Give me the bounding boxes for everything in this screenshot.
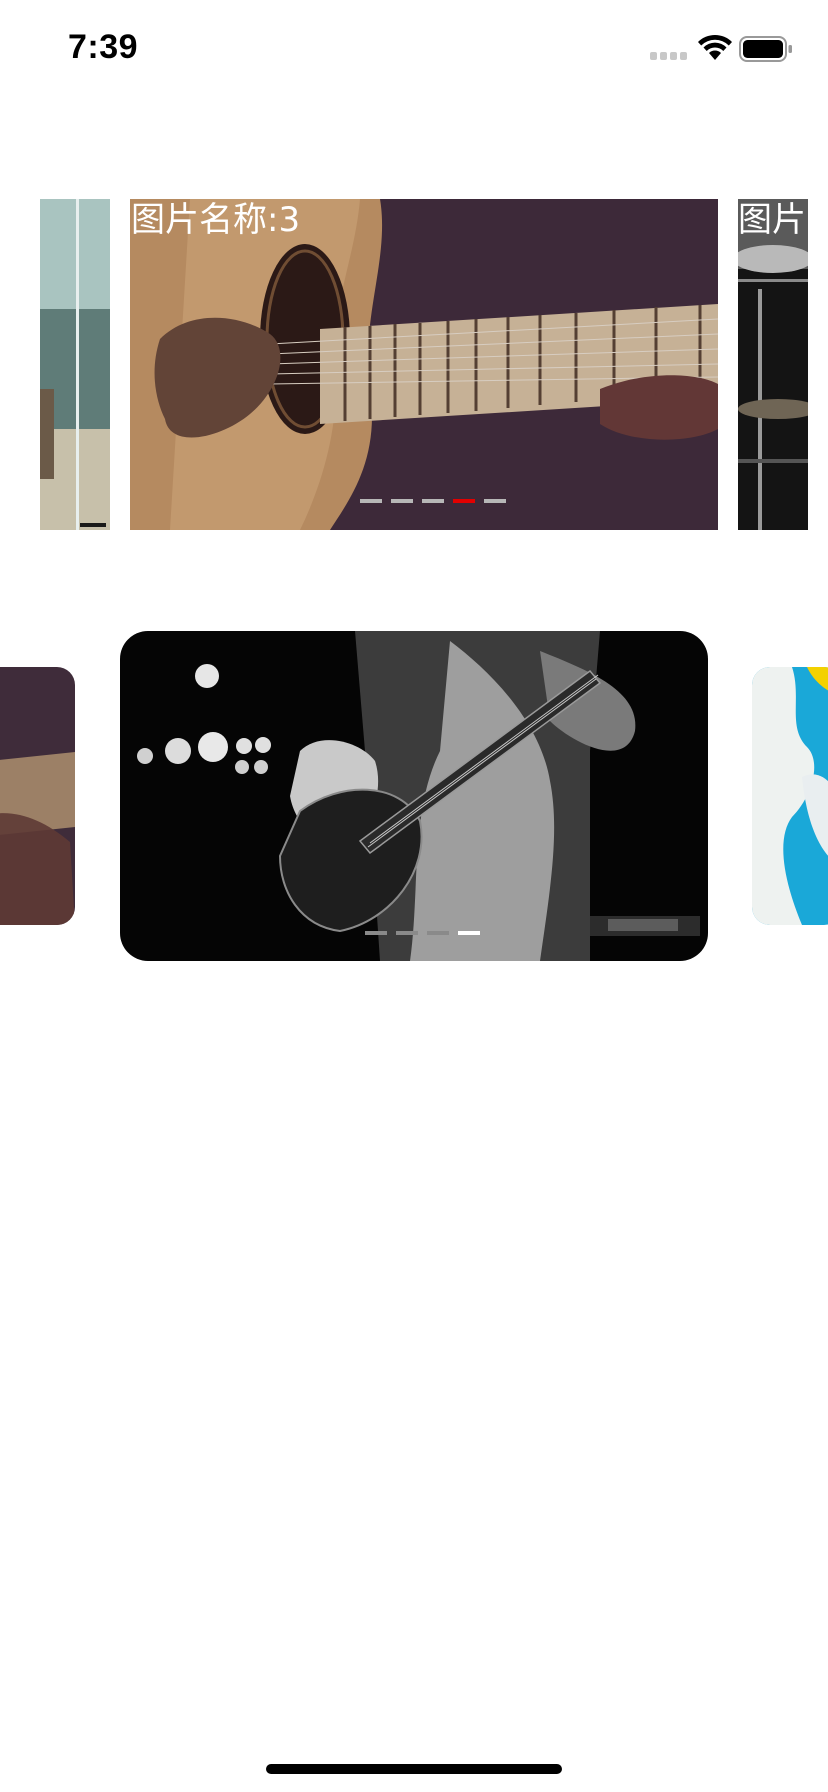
page-indicator[interactable] <box>365 931 480 935</box>
cellular-signal-icon <box>650 52 687 60</box>
wifi-icon <box>698 34 732 60</box>
page-dot[interactable] <box>422 499 444 503</box>
slide-caption: 图片 <box>738 200 806 240</box>
page-dot[interactable] <box>427 931 449 935</box>
page-dot[interactable] <box>396 931 418 935</box>
home-indicator[interactable] <box>266 1764 562 1774</box>
battery-icon <box>739 36 792 62</box>
drum-kit-photo <box>738 199 808 530</box>
status-bar: 7:39 <box>0 0 828 100</box>
page-dot-active[interactable] <box>453 499 475 503</box>
acoustic-guitar-photo <box>130 199 718 530</box>
page-dot-active[interactable] <box>458 931 480 935</box>
carousel-2-slide-prev[interactable] <box>0 667 75 925</box>
carousel-2-slide-current[interactable] <box>120 631 708 961</box>
page-indicator[interactable] <box>360 499 506 503</box>
page-dot[interactable] <box>484 499 506 503</box>
train-station-photo <box>40 199 110 530</box>
page-dot[interactable] <box>391 499 413 503</box>
carousel-1-slide-current[interactable]: 图片名称:3 <box>130 199 718 530</box>
status-time: 7:39 <box>68 28 139 66</box>
page-dot[interactable] <box>360 499 382 503</box>
carousel-1-slide-prev[interactable] <box>40 199 110 530</box>
page-dot[interactable] <box>365 931 387 935</box>
carousel-2-slide-next[interactable] <box>752 667 828 925</box>
acoustic-guitar-photo <box>0 667 75 925</box>
sky-clouds-photo <box>752 667 828 925</box>
carousel-1-slide-next[interactable]: 图片 <box>738 199 808 530</box>
slide-caption: 图片名称:3 <box>131 200 301 240</box>
electric-guitar-player-photo <box>120 631 708 961</box>
